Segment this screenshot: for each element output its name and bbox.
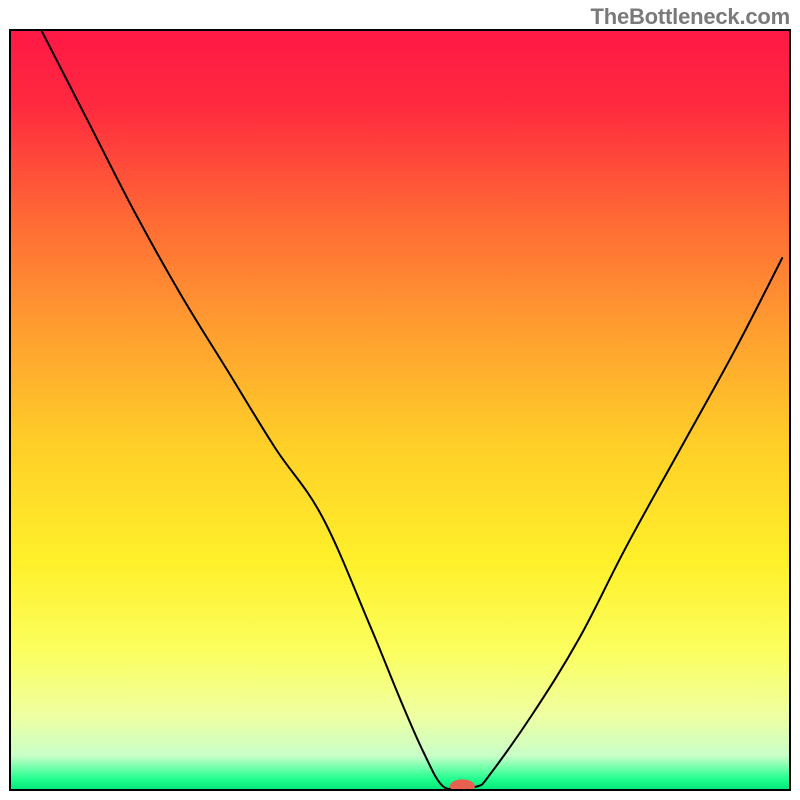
plot-background bbox=[10, 30, 790, 790]
bottleneck-chart bbox=[0, 0, 800, 800]
attribution-label: TheBottleneck.com bbox=[590, 4, 790, 30]
chart-container: TheBottleneck.com bbox=[0, 0, 800, 800]
